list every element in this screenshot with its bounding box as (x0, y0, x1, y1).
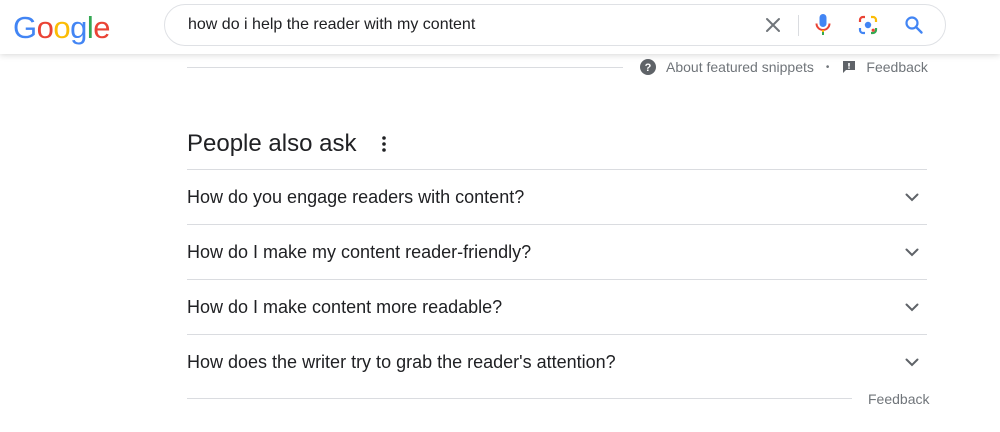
logo-letter-e: e (93, 10, 111, 45)
separator-dot: • (825, 61, 830, 73)
chevron-down-icon (900, 240, 924, 264)
people-also-ask-list: How do you engage readers with content? … (187, 169, 927, 389)
feedback-icon (843, 61, 856, 73)
google-lens-icon (858, 15, 878, 35)
microphone-icon (815, 14, 831, 35)
featured-snippet-footer: ? About featured snippets • Feedback (640, 58, 928, 76)
paa-question-item[interactable]: How do you engage readers with content? (187, 169, 927, 224)
about-featured-snippets-link[interactable]: About featured snippets (666, 59, 814, 75)
search-button[interactable] (894, 5, 934, 45)
more-vert-icon (382, 136, 386, 152)
paa-question-item[interactable]: How do I make my content reader-friendly… (187, 224, 927, 279)
snippet-feedback-link[interactable]: Feedback (866, 59, 927, 75)
help-circle-icon: ? (640, 59, 656, 75)
search-box-divider (798, 15, 799, 36)
paa-question-text: How do I make content more readable? (187, 296, 503, 317)
chevron-down-icon (900, 185, 924, 209)
logo-letter-g1: G (13, 10, 37, 45)
logo-letter-g2: g (70, 10, 87, 45)
svg-text:?: ? (645, 62, 652, 74)
paa-question-item[interactable]: How does the writer try to grab the read… (187, 334, 927, 389)
google-logo[interactable]: Google (13, 10, 111, 46)
search-input[interactable] (188, 5, 748, 45)
chevron-down-icon (900, 350, 924, 374)
featured-snippet-divider (187, 67, 623, 68)
paa-question-text: How do you engage readers with content? (187, 186, 525, 207)
more-options-button[interactable] (374, 132, 394, 156)
paa-question-item[interactable]: How do I make content more readable? (187, 279, 927, 334)
paa-question-text: How does the writer try to grab the read… (187, 351, 616, 372)
search-header: Google (0, 0, 1000, 54)
search-box (164, 4, 946, 46)
paa-bottom-divider (187, 398, 852, 399)
people-also-ask-heading: People also ask (187, 130, 357, 157)
paa-feedback-link[interactable]: Feedback (868, 391, 929, 407)
paa-question-text: How do I make my content reader-friendly… (187, 241, 532, 262)
logo-letter-o1: o (36, 10, 54, 45)
close-icon (766, 18, 780, 32)
chevron-down-icon (900, 295, 924, 319)
search-by-image-button[interactable] (848, 5, 888, 45)
logo-letter-o2: o (53, 10, 71, 45)
search-icon (905, 16, 923, 34)
voice-search-button[interactable] (803, 5, 843, 45)
clear-search-button[interactable] (753, 5, 793, 45)
